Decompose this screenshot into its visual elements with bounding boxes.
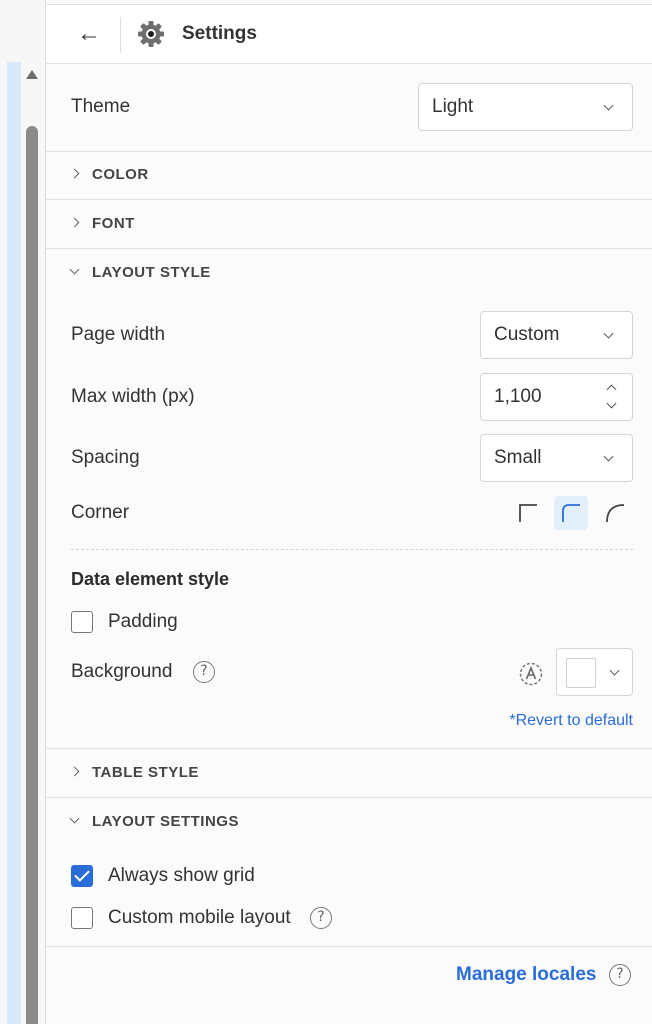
theme-label: Theme: [71, 96, 131, 117]
auto-color-icon[interactable]: [518, 661, 544, 687]
help-icon[interactable]: ?: [609, 964, 631, 986]
divider: [46, 946, 652, 947]
settings-panel: ← Settings Theme Light COLOR FONT LAYOUT…: [46, 0, 652, 1024]
page-width-value: Custom: [494, 324, 560, 345]
background-label: Background: [71, 661, 173, 682]
section-color-title: COLOR: [92, 166, 149, 183]
always-show-grid-checkbox[interactable]: [71, 865, 93, 887]
data-element-style-heading: Data element style: [71, 569, 230, 589]
scroll-up-arrow-icon[interactable]: [26, 70, 38, 79]
manage-locales-link[interactable]: Manage locales: [456, 964, 596, 986]
divider: [46, 248, 652, 249]
corner-label: Corner: [71, 502, 130, 523]
section-layout-settings-header[interactable]: LAYOUT SETTINGS: [69, 813, 239, 830]
selection-indicator: [7, 62, 21, 1024]
left-strip: [0, 0, 46, 1024]
section-layout-style-title: LAYOUT STYLE: [92, 264, 211, 281]
theme-select-value: Light: [432, 96, 474, 117]
section-font-header[interactable]: FONT: [69, 215, 135, 232]
corner-square-button[interactable]: [511, 496, 545, 530]
color-swatch: [566, 658, 596, 688]
corner-rounded-button[interactable]: [554, 496, 588, 530]
stepper-arrows-icon[interactable]: [606, 382, 620, 414]
back-arrow-icon[interactable]: ←: [74, 21, 104, 49]
max-width-label: Max width (px): [71, 386, 195, 407]
section-table-style-title: TABLE STYLE: [92, 764, 199, 781]
section-font-title: FONT: [92, 215, 135, 232]
padding-checkbox[interactable]: [71, 611, 93, 633]
gear-icon: [138, 21, 164, 47]
section-table-style-header[interactable]: TABLE STYLE: [69, 764, 199, 781]
custom-mobile-layout-label: Custom mobile layout: [108, 907, 291, 928]
revert-to-default-link[interactable]: *Revert to default: [509, 712, 633, 730]
help-icon[interactable]: ?: [193, 661, 215, 683]
page-width-select[interactable]: Custom: [480, 311, 633, 359]
section-layout-settings-title: LAYOUT SETTINGS: [92, 813, 239, 830]
spacing-value: Small: [494, 447, 542, 468]
divider: [46, 199, 652, 200]
chevron-down-icon: [603, 100, 614, 111]
chevron-right-icon: [69, 766, 80, 777]
divider: [46, 151, 652, 152]
header-divider: [120, 17, 121, 53]
chevron-down-icon: [603, 328, 614, 339]
scrollbar-thumb[interactable]: [26, 126, 38, 1024]
divider: [46, 748, 652, 749]
section-color-header[interactable]: COLOR: [69, 166, 149, 183]
chevron-down-icon: [609, 665, 620, 676]
settings-header: ← Settings: [46, 4, 652, 64]
corner-square-icon: [519, 504, 537, 522]
stepper-up-icon[interactable]: [606, 384, 617, 395]
corner-round-full-button[interactable]: [598, 496, 632, 530]
max-width-stepper[interactable]: 1,100: [480, 373, 633, 421]
corner-round-full-icon: [606, 504, 625, 523]
page-width-label: Page width: [71, 324, 166, 345]
corner-rounded-icon: [562, 504, 580, 522]
chevron-right-icon: [69, 168, 80, 179]
chevron-down-icon: [69, 264, 80, 275]
custom-mobile-layout-checkbox[interactable]: [71, 907, 93, 929]
chevron-down-icon: [69, 813, 80, 824]
help-icon[interactable]: ?: [310, 907, 332, 929]
spacing-select[interactable]: Small: [480, 434, 633, 482]
dashed-divider: [71, 549, 633, 550]
divider: [46, 797, 652, 798]
background-color-picker[interactable]: [556, 648, 633, 696]
chevron-down-icon: [603, 451, 614, 462]
padding-label: Padding: [108, 611, 178, 632]
page-title: Settings: [182, 23, 257, 44]
stepper-down-icon[interactable]: [606, 398, 617, 409]
theme-select[interactable]: Light: [418, 83, 633, 131]
chevron-right-icon: [69, 217, 80, 228]
section-layout-style-header[interactable]: LAYOUT STYLE: [69, 264, 211, 281]
spacing-label: Spacing: [71, 447, 140, 468]
max-width-value: 1,100: [494, 386, 542, 407]
always-show-grid-label: Always show grid: [108, 865, 255, 886]
